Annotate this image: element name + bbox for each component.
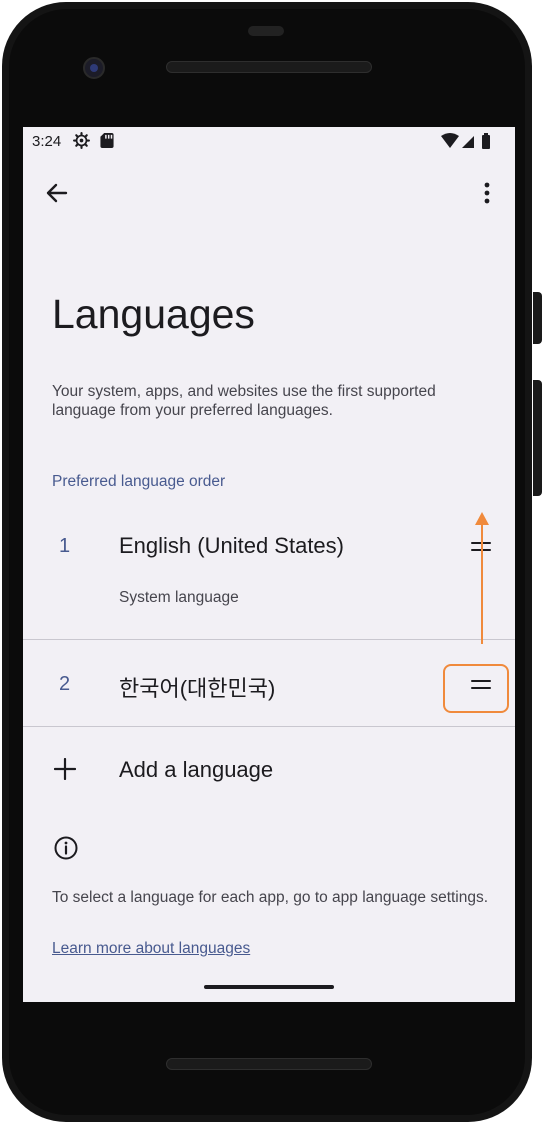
language-number: 1 — [59, 535, 71, 557]
cell-signal-icon — [462, 136, 474, 148]
language-row-2[interactable]: 2 한국어(대한민국) — [23, 640, 515, 726]
language-name: 한국어(대한민국) — [119, 676, 276, 701]
learn-more-link[interactable]: Learn more about languages — [52, 940, 250, 958]
more-vert-icon[interactable] — [467, 173, 507, 213]
footer-text: To select a language for each app, go to… — [52, 889, 489, 906]
power-button — [533, 292, 542, 344]
preferred-language-header: Preferred language order — [52, 473, 226, 490]
gesture-nav-handle[interactable] — [204, 985, 334, 989]
settings-gear-icon — [73, 132, 90, 149]
language-row-1[interactable]: 1 English (United States) System languag… — [23, 513, 515, 639]
divider — [23, 726, 515, 727]
language-number: 2 — [59, 673, 71, 695]
status-icons-right — [441, 133, 490, 149]
screen: 3:24 Languages Your system, apps, and we… — [23, 127, 515, 1002]
wifi-icon — [441, 133, 459, 148]
battery-icon — [482, 135, 490, 149]
info-icon — [54, 836, 78, 860]
front-camera — [83, 57, 105, 79]
language-subtitle: System language — [119, 589, 239, 606]
drag-up-arrow — [475, 512, 489, 644]
status-time: 3:24 — [32, 133, 62, 150]
volume-button — [533, 380, 542, 496]
status-bar: 3:24 — [23, 127, 515, 155]
earpiece — [248, 26, 284, 36]
add-language-button[interactable]: Add a language — [23, 742, 515, 800]
plus-icon — [54, 758, 76, 780]
page-title: Languages — [52, 291, 255, 337]
bottom-speaker — [166, 1058, 372, 1070]
top-speaker — [166, 61, 372, 73]
highlight-box — [443, 664, 509, 713]
add-language-label: Add a language — [119, 757, 274, 782]
page-description: Your system, apps, and websites use the … — [52, 383, 436, 419]
sd-card-icon — [100, 133, 114, 148]
language-name: English (United States) — [119, 533, 344, 558]
arrow-back-icon[interactable] — [37, 173, 77, 213]
